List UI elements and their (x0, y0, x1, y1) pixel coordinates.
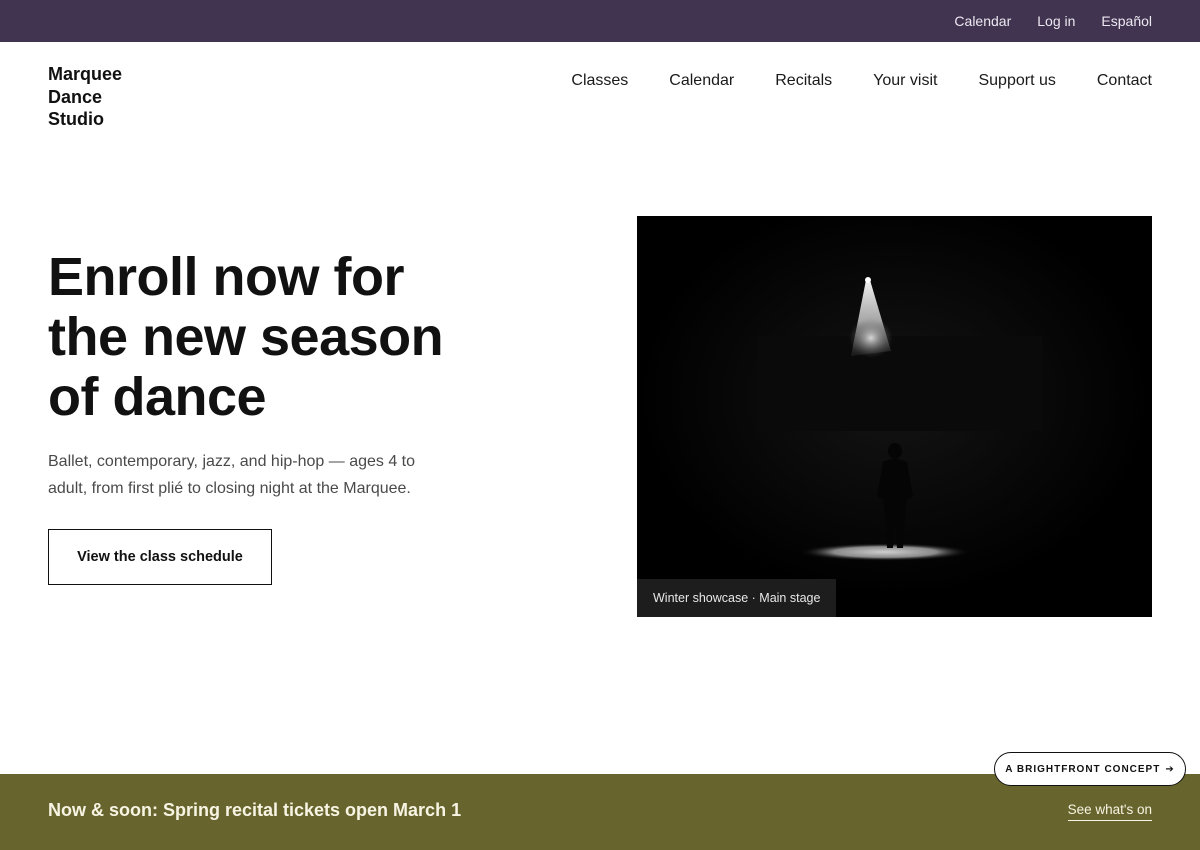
utility-link-language[interactable]: Español (1101, 13, 1152, 29)
concept-badge-label: A BRIGHTFRONT CONCEPT (1005, 763, 1161, 775)
class-schedule-button[interactable]: View the class schedule (48, 529, 272, 585)
utility-link-calendar[interactable]: Calendar (954, 13, 1011, 29)
nav-item-calendar[interactable]: Calendar (669, 72, 734, 90)
image-caption: Winter showcase · Main stage (637, 579, 837, 617)
utility-link-login[interactable]: Log in (1037, 13, 1075, 29)
logo-line-2: Dance (48, 86, 103, 107)
hero-title: Enroll now for the new season of dance (48, 247, 444, 427)
stage-spotlight-illustration (637, 216, 1152, 617)
nav-item-classes[interactable]: Classes (571, 72, 628, 90)
nav-item-support-us[interactable]: Support us (978, 72, 1055, 90)
arrow-right-icon: ➔ (1165, 763, 1175, 775)
nav-item-your-visit[interactable]: Your visit (873, 72, 937, 90)
nav-item-recitals[interactable]: Recitals (775, 72, 832, 90)
main-nav: Classes Calendar Recitals Your visit Sup… (530, 72, 1152, 90)
hero-description: Ballet, contemporary, jazz, and hip-hop … (48, 453, 416, 497)
concept-badge[interactable]: A BRIGHTFRONT CONCEPT ➔ (994, 752, 1186, 786)
logo-line-1: Marquee (48, 64, 123, 84)
utility-bar: Calendar Log in Español (0, 0, 1200, 42)
nav-item-contact[interactable]: Contact (1097, 72, 1152, 90)
see-whats-on-link[interactable]: See what's on (1067, 802, 1152, 821)
announcement-text: Now & soon: Spring recital tickets open … (48, 800, 462, 820)
logo-line-3: Studio (48, 109, 104, 129)
hero-image: Winter showcase · Main stage (637, 216, 1152, 617)
site-logo[interactable]: Marquee Dance Studio (48, 63, 158, 131)
